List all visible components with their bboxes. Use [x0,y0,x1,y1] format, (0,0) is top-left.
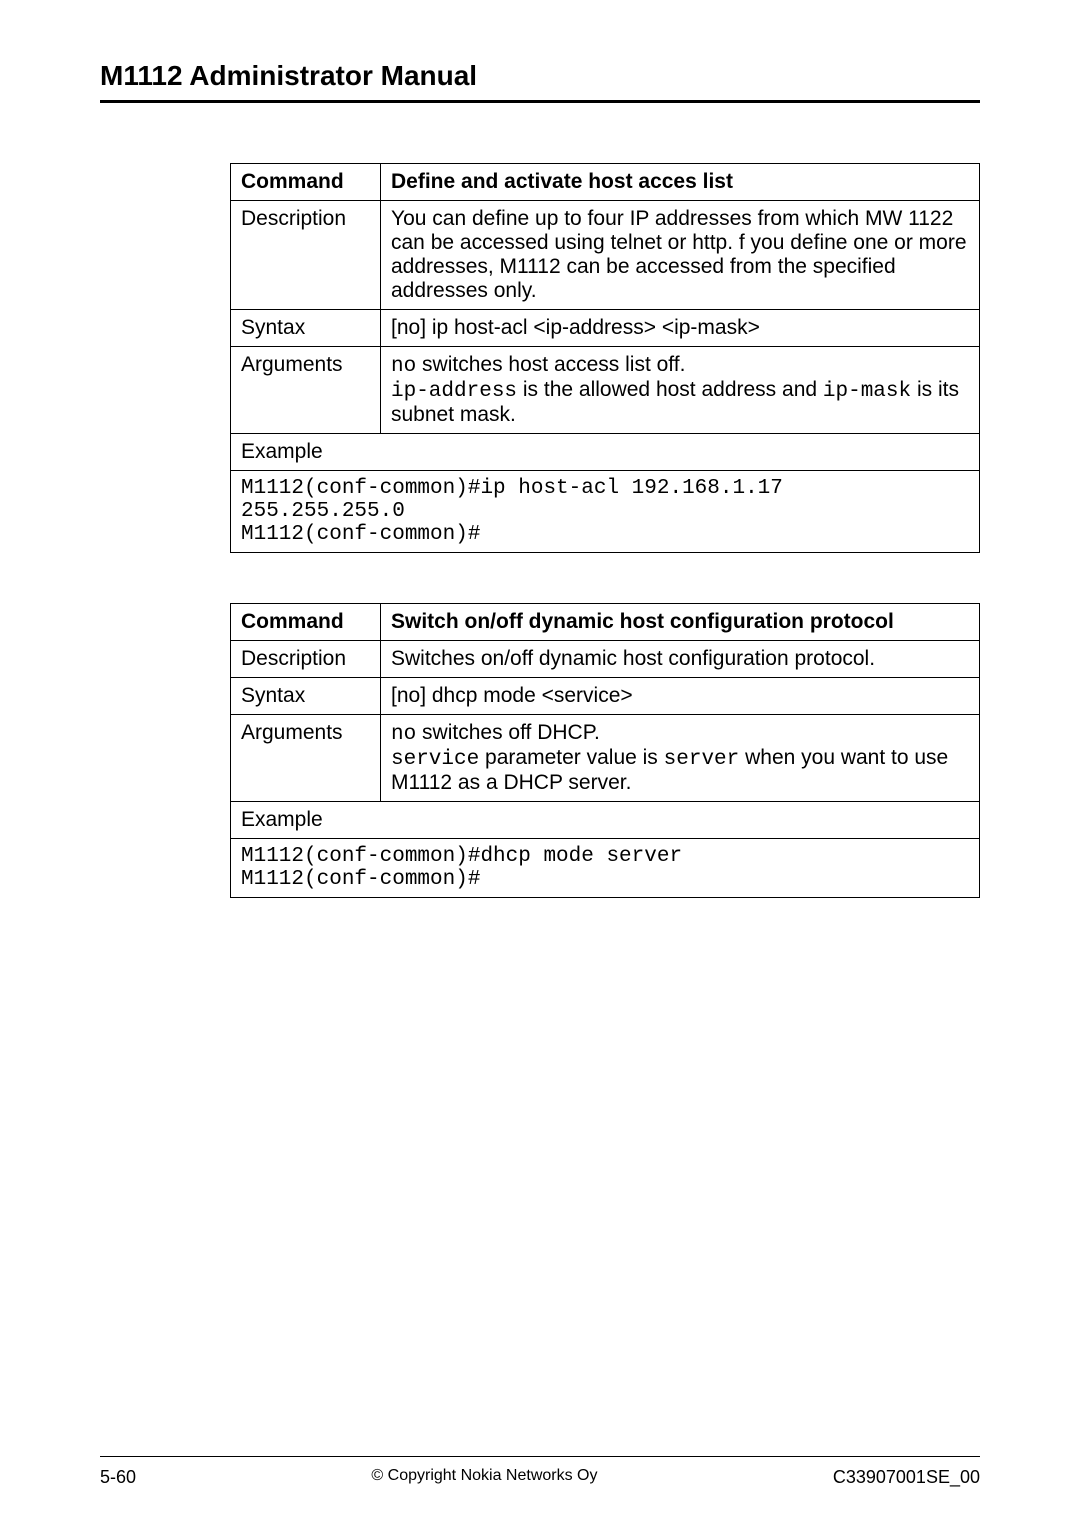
example-label: Example [231,434,980,471]
dhcp-command-table: Command Switch on/off dynamic host confi… [230,603,980,898]
command-header-label: Command [231,604,381,641]
table-row: Description Switches on/off dynamic host… [231,641,980,678]
table-row: Example [231,434,980,471]
host-acl-command-table: Command Define and activate host acces l… [230,163,980,553]
footer-copyright: © Copyright Nokia Networks Oy [371,1467,597,1488]
description-label: Description [231,201,381,310]
footer-page-number: 5-60 [100,1467,136,1488]
command-header-value: Define and activate host acces list [381,164,980,201]
description-value: Switches on/off dynamic host configurati… [381,641,980,678]
syntax-label: Syntax [231,678,381,715]
description-label: Description [231,641,381,678]
syntax-value: [no] dhcp mode <service> [381,678,980,715]
example-label: Example [231,802,980,839]
table-row: Command Define and activate host acces l… [231,164,980,201]
table-row: Command Switch on/off dynamic host confi… [231,604,980,641]
arg-text: is the allowed host address and [517,378,823,401]
command-header-value: Switch on/off dynamic host configuration… [381,604,980,641]
arg-text: switches off DHCP. [416,721,600,744]
footer-doc-id: C33907001SE_00 [833,1467,980,1488]
arguments-value: no switches off DHCP. service parameter … [381,715,980,802]
syntax-value: [no] ip host-acl <ip-address> <ip-mask> [381,310,980,347]
arg-code-ip-mask: ip-mask [823,380,911,403]
arg-code-service: service [391,748,479,771]
table-row: Syntax [no] dhcp mode <service> [231,678,980,715]
arguments-label: Arguments [231,347,381,434]
arg-code-ip-address: ip-address [391,380,517,403]
table-row: Arguments no switches host access list o… [231,347,980,434]
description-value: You can define up to four IP addresses f… [381,201,980,310]
arguments-value: no switches host access list off. ip-add… [381,347,980,434]
table-row: Arguments no switches off DHCP. service … [231,715,980,802]
arguments-label: Arguments [231,715,381,802]
page-title: M1112 Administrator Manual [100,60,980,92]
table-row: M1112(conf-common)#dhcp mode server M111… [231,839,980,898]
table-row: M1112(conf-common)#ip host-acl 192.168.1… [231,471,980,553]
page-footer: 5-60 © Copyright Nokia Networks Oy C3390… [100,1456,980,1488]
table-row: Syntax [no] ip host-acl <ip-address> <ip… [231,310,980,347]
arg-text: parameter value is [479,746,663,769]
syntax-label: Syntax [231,310,381,347]
example-code: M1112(conf-common)#dhcp mode server M111… [231,839,980,898]
command-header-label: Command [231,164,381,201]
table-row: Example [231,802,980,839]
table-row: Description You can define up to four IP… [231,201,980,310]
arg-code-no: no [391,355,416,378]
example-code: M1112(conf-common)#ip host-acl 192.168.1… [231,471,980,553]
page-header: M1112 Administrator Manual [100,60,980,103]
arg-code-no: no [391,723,416,746]
arg-text: switches host access list off. [416,353,685,376]
arg-code-server: server [664,748,740,771]
